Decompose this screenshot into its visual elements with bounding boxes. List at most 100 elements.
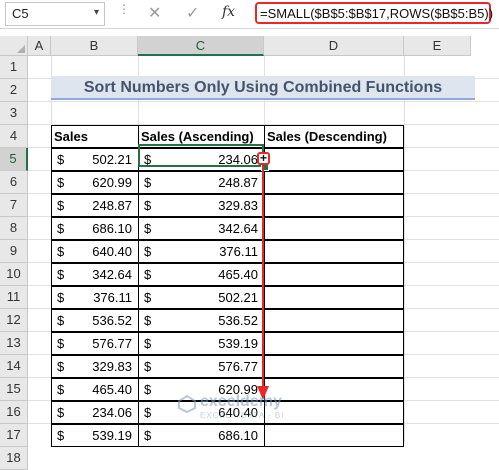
column-header-e[interactable]: E [404, 36, 471, 56]
drag-dots-icon[interactable]: ⋮ [118, 3, 130, 15]
descending-cell[interactable] [264, 217, 404, 240]
ascending-cell[interactable]: $329.83 [138, 194, 265, 217]
currency-symbol: $ [144, 382, 152, 397]
currency-symbol: $ [144, 405, 152, 420]
descending-cell[interactable] [264, 171, 404, 194]
descending-cell[interactable] [264, 194, 404, 217]
row-header-4[interactable]: 4 [0, 125, 28, 148]
ascending-cell[interactable]: $342.64 [138, 217, 265, 240]
ascending-cell[interactable]: $465.40 [138, 263, 265, 286]
sales-cell[interactable]: $539.19 [51, 424, 139, 447]
cell-value: 502.21 [92, 152, 132, 167]
descending-cell[interactable] [264, 424, 404, 447]
table-header-cell[interactable]: Sales [51, 125, 139, 148]
row-header-16[interactable]: 16 [0, 401, 28, 424]
exceldemy-logo-icon [178, 395, 196, 413]
fill-handle-cross-icon: + [257, 151, 270, 165]
column-header-d[interactable]: D [264, 36, 404, 56]
row-header-18[interactable]: 18 [0, 447, 28, 470]
row-header-11[interactable]: 11 [0, 286, 28, 309]
sales-cell[interactable]: $686.10 [51, 217, 139, 240]
cell-value: 536.52 [92, 313, 132, 328]
title-cell[interactable]: Sort Numbers Only Using Combined Functio… [51, 76, 475, 100]
sheet-title: Sort Numbers Only Using Combined Functio… [83, 79, 443, 96]
ascending-cell[interactable]: $536.52 [138, 309, 265, 332]
column-header-a[interactable]: A [28, 36, 51, 56]
currency-symbol: $ [57, 152, 65, 167]
ascending-cell[interactable]: $502.21 [138, 286, 265, 309]
name-box[interactable]: C5 ▾ [5, 2, 105, 26]
formula-input[interactable]: =SMALL($B$5:$B$17,ROWS($B$5:B5)) [255, 2, 493, 24]
arrow-down-icon [257, 166, 269, 400]
plus-icon: + [260, 151, 268, 165]
sales-cell[interactable]: $620.99 [51, 171, 139, 194]
currency-symbol: $ [57, 244, 65, 259]
descending-cell[interactable] [264, 286, 404, 309]
currency-symbol: $ [144, 313, 152, 328]
descending-cell[interactable] [264, 240, 404, 263]
currency-symbol: $ [57, 221, 65, 236]
row-header-10[interactable]: 10 [0, 263, 28, 286]
cell-value: 465.40 [92, 382, 132, 397]
currency-symbol: $ [144, 198, 152, 213]
descending-cell[interactable] [264, 148, 404, 171]
row-header-3[interactable]: 3 [0, 102, 28, 125]
cell-value: 248.87 [218, 175, 258, 190]
table-header-cell[interactable]: Sales (Descending) [264, 125, 404, 148]
currency-symbol: $ [57, 267, 65, 282]
sales-cell[interactable]: $342.64 [51, 263, 139, 286]
row-header-1[interactable]: 1 [0, 56, 28, 79]
descending-cell[interactable] [264, 263, 404, 286]
row-header-14[interactable]: 14 [0, 355, 28, 378]
select-all-corner[interactable] [0, 36, 28, 56]
chevron-down-icon[interactable]: ▾ [94, 7, 99, 18]
sales-cell[interactable]: $234.06 [51, 401, 139, 424]
insert-function-icon[interactable]: fx [222, 4, 235, 20]
ascending-cell[interactable]: $248.87 [138, 171, 265, 194]
cell-value: 248.87 [92, 198, 132, 213]
cell-value: 234.06 [92, 405, 132, 420]
descending-cell[interactable] [264, 401, 404, 424]
cell-value: 502.21 [218, 290, 258, 305]
watermark-name: exceldemy [200, 393, 282, 410]
sales-cell[interactable]: $329.83 [51, 355, 139, 378]
row-header-5[interactable]: 5 [0, 148, 28, 171]
descending-cell[interactable] [264, 355, 404, 378]
row-header-8[interactable]: 8 [0, 217, 28, 240]
cell-value: 620.99 [92, 175, 132, 190]
row-header-13[interactable]: 13 [0, 332, 28, 355]
cell-value: 376.11 [93, 290, 132, 305]
sales-cell[interactable]: $576.77 [51, 332, 139, 355]
ascending-cell[interactable]: $686.10 [138, 424, 265, 447]
select-all-icon [17, 45, 25, 53]
row-header-7[interactable]: 7 [0, 194, 28, 217]
sales-cell[interactable]: $248.87 [51, 194, 139, 217]
row-header-15[interactable]: 15 [0, 378, 28, 401]
check-icon[interactable]: ✓ [186, 3, 199, 23]
sales-cell[interactable]: $536.52 [51, 309, 139, 332]
sales-cell[interactable]: $376.11 [51, 286, 139, 309]
ascending-cell[interactable]: $376.11 [138, 240, 265, 263]
sales-cell[interactable]: $502.21 [51, 148, 139, 171]
currency-symbol: $ [144, 221, 152, 236]
close-icon[interactable]: ✕ [148, 3, 161, 23]
cell-value: 342.64 [218, 221, 258, 236]
row-header-6[interactable]: 6 [0, 171, 28, 194]
formula-bar: C5 ▾ ⋮ ✕ ✓ fx =SMALL($B$5:$B$17,ROWS($B$… [0, 0, 499, 29]
descending-cell[interactable] [264, 309, 404, 332]
ascending-cell[interactable]: $539.19 [138, 332, 265, 355]
ascending-cell[interactable]: $576.77 [138, 355, 265, 378]
row-header-2[interactable]: 2 [0, 79, 28, 102]
row-header-17[interactable]: 17 [0, 424, 28, 447]
row-header-9[interactable]: 9 [0, 240, 28, 263]
row-header-12[interactable]: 12 [0, 309, 28, 332]
descending-cell[interactable] [264, 332, 404, 355]
column-header-b[interactable]: B [51, 36, 138, 56]
descending-cell[interactable] [264, 378, 404, 401]
cell-value: 539.19 [92, 428, 132, 443]
active-cell-border [138, 144, 264, 167]
sales-cell[interactable]: $465.40 [51, 378, 139, 401]
sales-cell[interactable]: $640.40 [51, 240, 139, 263]
column-header-c[interactable]: C [138, 36, 264, 56]
currency-symbol: $ [57, 382, 65, 397]
